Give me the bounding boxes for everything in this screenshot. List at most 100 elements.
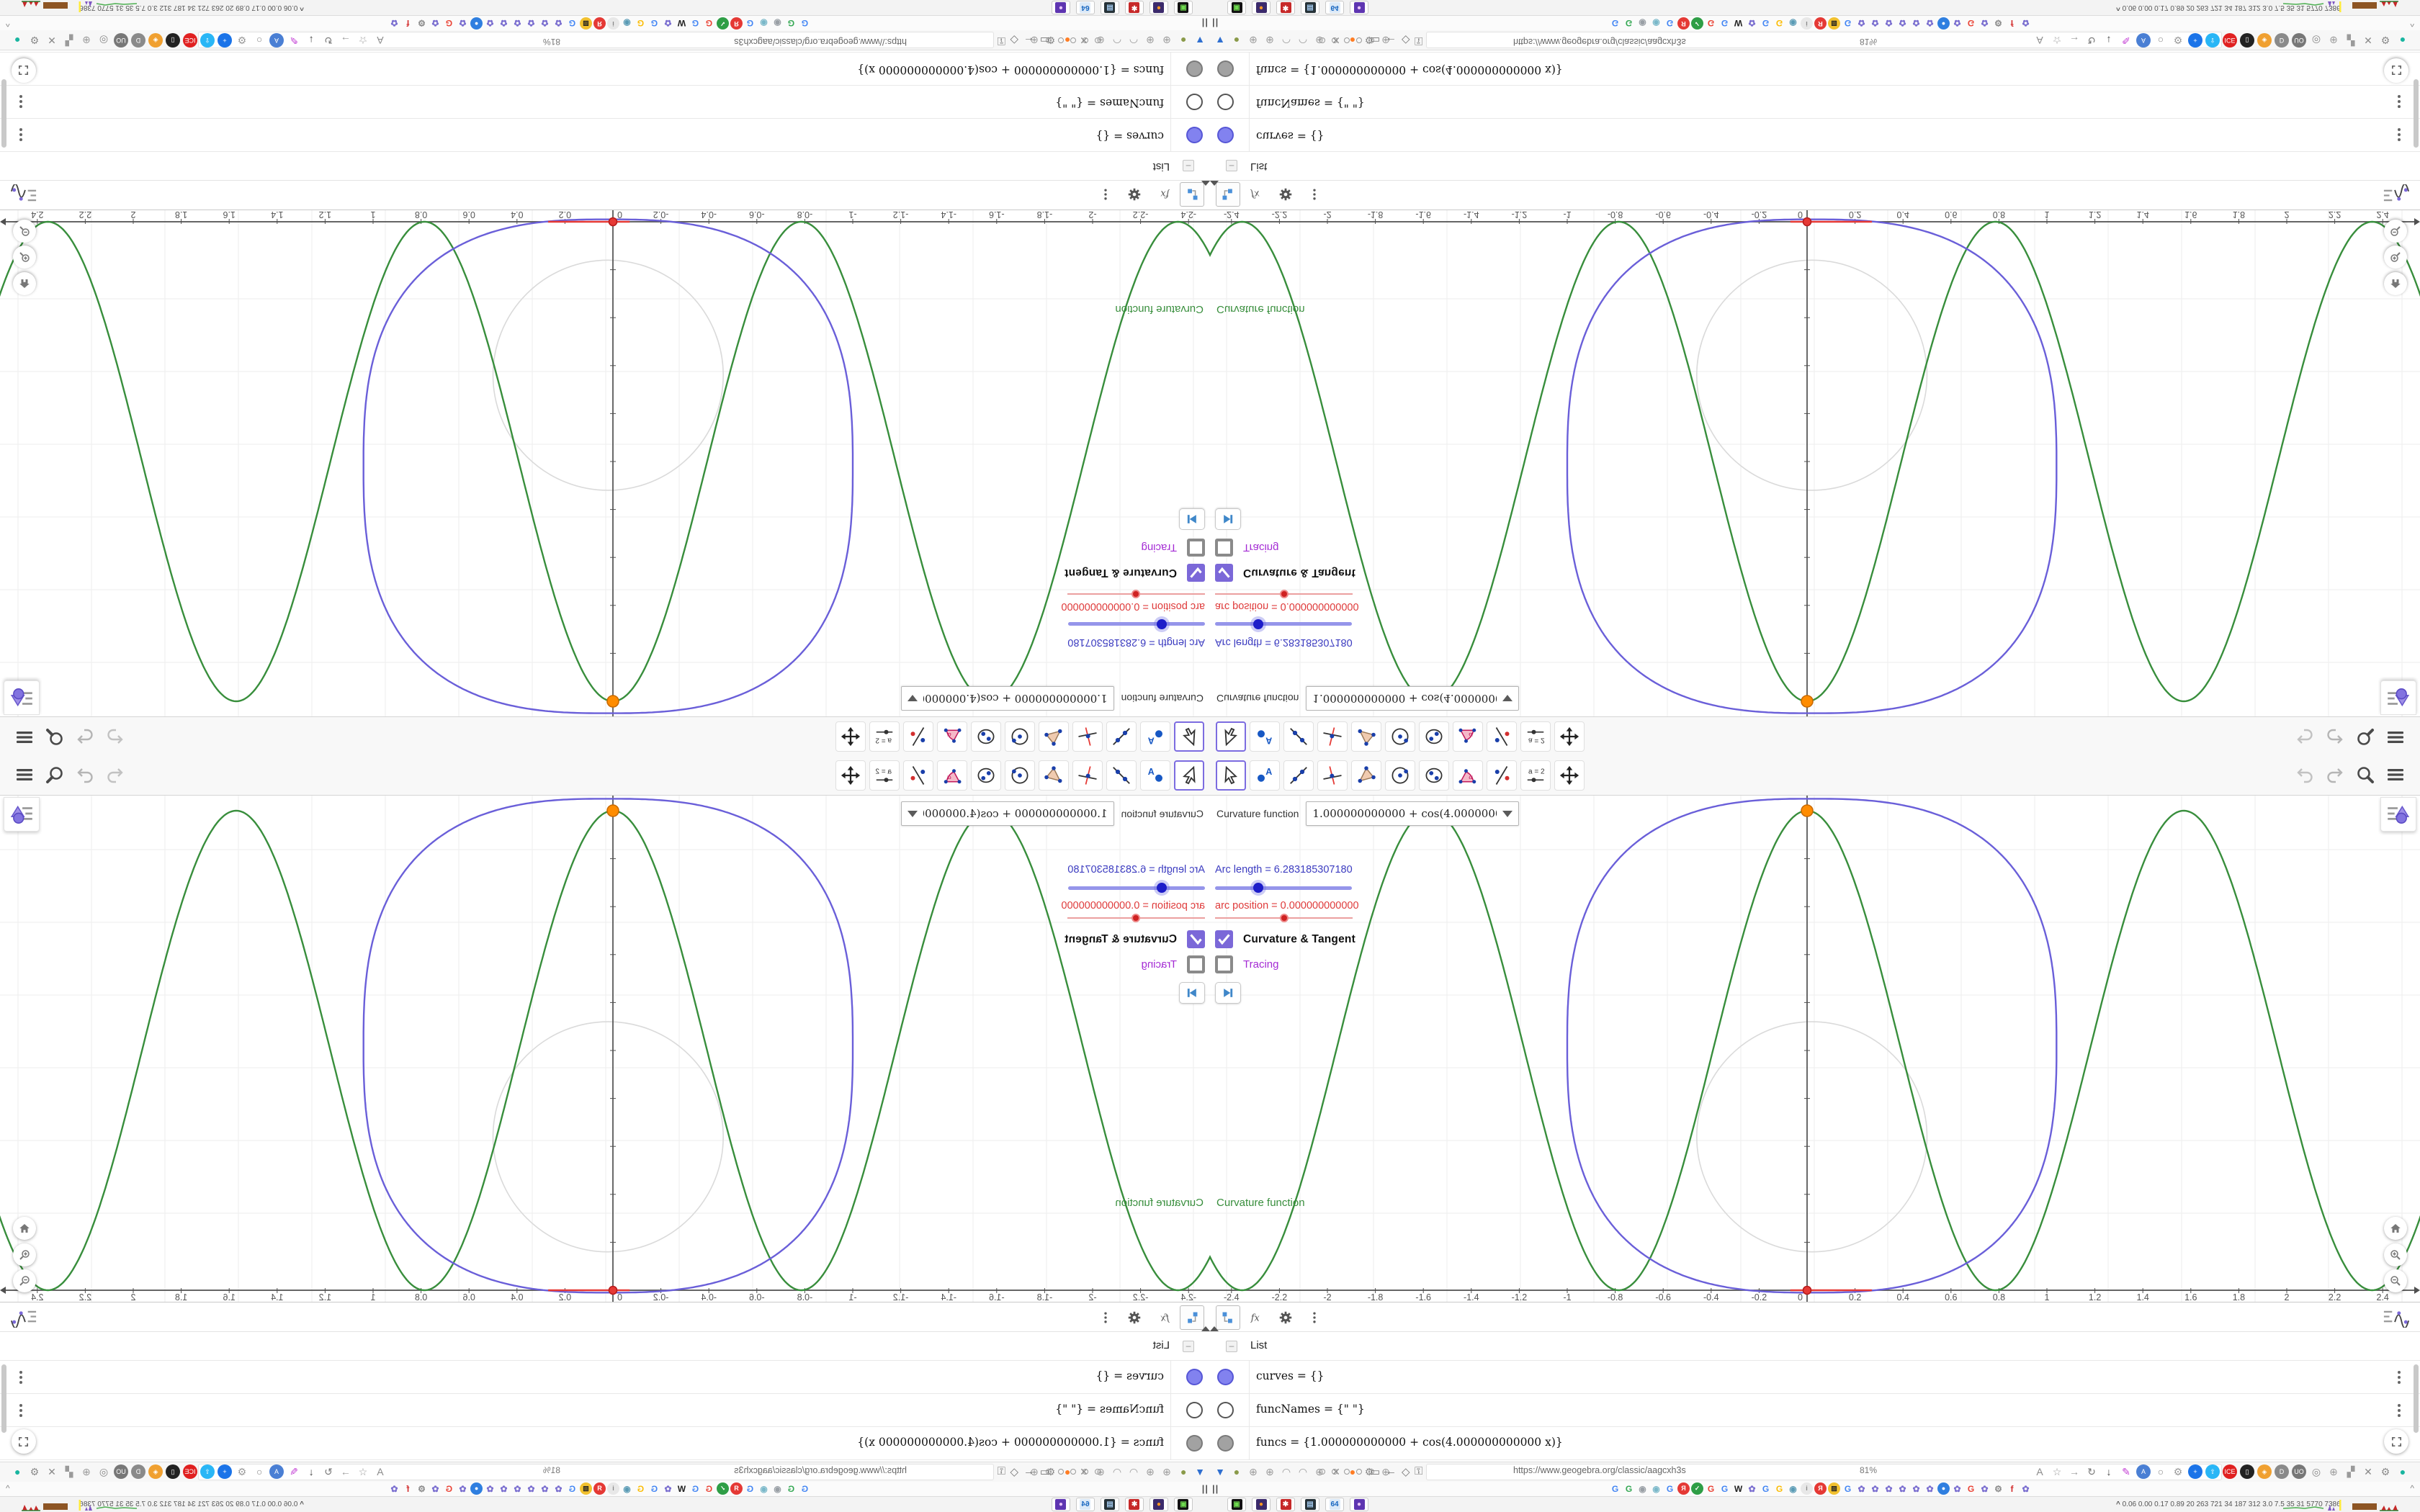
bookmark-favicon-0[interactable]: G [799, 1482, 811, 1495]
algebra-row-funcs[interactable]: funcs = {1.000000000000 + cos(4.00000000… [0, 52, 1210, 85]
slider-knob[interactable] [1279, 590, 1289, 598]
taskbar-app-mask-app[interactable]: ● [1350, 1498, 1368, 1511]
bookmark-favicon-2[interactable]: ◉ [771, 17, 784, 30]
chevron-up-icon[interactable]: ^ [6, 19, 10, 29]
taskbar-app-monitor-app[interactable]: ▤ [1101, 1, 1119, 14]
tracing-checkbox[interactable] [1187, 539, 1205, 557]
bookmark-favicon-17[interactable]: G [566, 17, 578, 30]
slider-knob[interactable] [1154, 616, 1170, 632]
browser-action-icon-17[interactable]: ⊕ [2326, 1464, 2341, 1479]
bookmark-favicon-14[interactable]: i [1801, 1482, 1813, 1495]
back-arrow-icon[interactable]: ← [1023, 1465, 1034, 1477]
bookmark-favicon-0[interactable]: G [1609, 1482, 1621, 1495]
redo-icon[interactable] [2325, 765, 2345, 788]
browser-action-icon-9[interactable]: + [2188, 1464, 2202, 1479]
browser-action-icon-11[interactable]: ICE [2223, 1464, 2237, 1479]
browser-action-icon-19[interactable]: ✕ [45, 1464, 59, 1479]
browser-action-icon-5[interactable]: ✎ [2119, 33, 2133, 48]
collapse-button[interactable]: – [1183, 1341, 1194, 1352]
browser-action-icon-3[interactable]: ↻ [2084, 33, 2099, 48]
folder-icon[interactable]: ▭ [1370, 34, 1380, 47]
algebra-row-curves[interactable]: curves = {} [0, 118, 1210, 151]
browser-action-icon-2[interactable]: → [2067, 33, 2081, 48]
algebra-row-funcNames[interactable]: funcNames = {" "} [0, 85, 1210, 118]
arc-length-slider[interactable] [1068, 616, 1205, 632]
bookmark-favicon-28[interactable]: ⚙ [416, 1482, 428, 1495]
algebra-row-curves[interactable]: curves = {} [1210, 1361, 2420, 1394]
visibility-toggle-circle[interactable] [1186, 127, 1203, 143]
browser-action-icon-10[interactable]: ⇧ [2205, 1464, 2220, 1479]
zoom-in-button[interactable] [13, 1243, 36, 1266]
tool-line-button[interactable] [1283, 721, 1314, 752]
bookmark-favicon-13[interactable]: ◉ [1787, 17, 1799, 30]
browser-action-icon-19[interactable]: ✕ [2361, 1464, 2375, 1479]
row-kebab-menu-icon[interactable] [14, 94, 27, 109]
algebra-view-toggle-button[interactable] [4, 797, 40, 832]
browser-action-icon-3[interactable]: ↻ [321, 33, 336, 48]
bookmark-favicon-30[interactable]: ✿ [2020, 17, 2032, 30]
menu-icon[interactable] [2385, 765, 2406, 788]
bookmark-favicon-6[interactable]: ✓ [1691, 1482, 1703, 1495]
step-forward-button[interactable] [1215, 508, 1241, 530]
menu-icon[interactable] [2385, 724, 2406, 747]
bookmark-favicon-13[interactable]: ◉ [1787, 1482, 1799, 1495]
extension-icon-0[interactable]: ▼ [1213, 1464, 1227, 1479]
arc-length-slider[interactable] [1215, 880, 1352, 896]
tool-angle-button[interactable]: α [937, 721, 967, 752]
collapse-button[interactable]: – [1226, 160, 1237, 171]
bookmark-favicon-19[interactable]: ✿ [539, 1482, 551, 1495]
bookmark-favicon-6[interactable]: ✓ [1691, 17, 1703, 30]
bookmark-favicon-18[interactable]: ✿ [552, 1482, 565, 1495]
panel-resize-handle[interactable] [1210, 181, 1219, 186]
bookmark-favicon-7[interactable]: G [703, 1482, 715, 1495]
bookmark-favicon-16[interactable]: ▨ [1828, 17, 1840, 30]
algebra-row-funcNames[interactable]: funcNames = {" "} [0, 1394, 1210, 1427]
browser-action-icon-20[interactable]: ⚙ [27, 1464, 42, 1479]
browser-action-icon-14[interactable]: D [131, 33, 145, 48]
bookmark-favicon-29[interactable]: f [402, 1482, 414, 1495]
bookmark-favicon-14[interactable]: i [607, 1482, 619, 1495]
browser-action-icon-13[interactable]: ◈ [148, 1464, 163, 1479]
extension-icon-1[interactable]: ● [1176, 33, 1191, 48]
list-group-row[interactable]: – List [1210, 151, 2420, 180]
browser-action-icon-15[interactable]: UO [2292, 1464, 2306, 1479]
back-arrow-icon[interactable]: ← [1386, 1465, 1397, 1477]
fullscreen-button[interactable] [12, 1429, 36, 1454]
tool-slider-button[interactable]: a = 2 [1520, 760, 1551, 791]
taskbar-app-firefox[interactable]: ● [1252, 1, 1270, 14]
tracing-checkbox[interactable] [1187, 955, 1205, 973]
browser-action-icon-18[interactable]: ▞ [2344, 33, 2358, 48]
browser-action-icon-7[interactable]: ○ [2154, 1464, 2168, 1479]
graphics-view[interactable]: -2.4 -2.2 -2 -1.8 -1.6 -1.4 -1.2 -1 -0.8 -0.6 -0.4… [1210, 796, 2420, 1302]
browser-action-icon-15[interactable]: UO [2292, 33, 2306, 48]
bookmark-favicon-2[interactable]: ◉ [771, 1482, 784, 1495]
graphics-view[interactable]: -2.4 -2.2 -2 -1.8 -1.6 -1.4 -1.2 -1 -0.8 -0.6 -0.4… [0, 210, 1210, 716]
bookmark-favicon-5[interactable]: Я [1677, 1482, 1690, 1495]
browser-action-icon-11[interactable]: ICE [183, 33, 197, 48]
tracing-checkbox[interactable] [1215, 955, 1233, 973]
browser-action-icon-2[interactable]: → [339, 33, 353, 48]
tool-perpendicular-line-button[interactable] [1317, 760, 1348, 791]
tool-line-button[interactable] [1106, 760, 1137, 791]
tool-move-button[interactable] [1174, 760, 1204, 791]
home-button[interactable] [13, 272, 36, 295]
bookmark-favicon-19[interactable]: ✿ [1869, 1482, 1881, 1495]
browser-action-icon-16[interactable]: ◎ [2309, 33, 2323, 48]
extension-icon-5[interactable]: ◠ [1110, 1464, 1124, 1479]
bookmark-favicon-22[interactable]: ✿ [498, 1482, 510, 1495]
extension-icon-3[interactable]: ⊕ [1263, 33, 1277, 48]
bookmark-favicon-21[interactable]: ✿ [1896, 17, 1909, 30]
taskbar-app-mask-app[interactable]: ● [1052, 1498, 1070, 1511]
bookmark-favicon-5[interactable]: Я [730, 1482, 743, 1495]
browser-action-icon-15[interactable]: UO [114, 33, 128, 48]
bookmark-favicon-4[interactable]: G [744, 17, 756, 30]
browser-action-icon-6[interactable]: A [2136, 33, 2151, 48]
bookmark-favicon-7[interactable]: G [703, 17, 715, 30]
row-kebab-menu-icon[interactable] [2393, 127, 2406, 143]
panel-resize-handle[interactable] [1201, 1326, 1210, 1331]
zoom-in-button[interactable] [2384, 246, 2407, 269]
bookmark-favicon-16[interactable]: ▨ [1828, 1482, 1840, 1495]
arc-position-slider[interactable] [1215, 913, 1353, 923]
bookmark-favicon-16[interactable]: ▨ [580, 1482, 592, 1495]
algebra-view-toggle-button[interactable] [2380, 680, 2416, 715]
